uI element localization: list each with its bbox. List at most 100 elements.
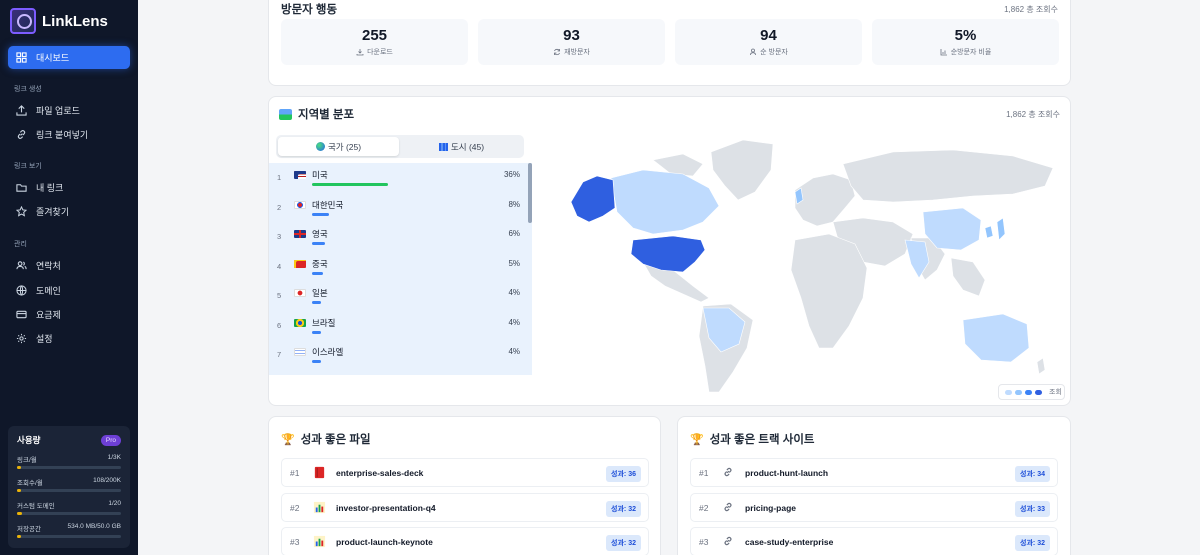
chart-icon (313, 535, 327, 549)
link-icon (722, 466, 736, 480)
card-title-row: 🏆 성과 좋은 파일 (281, 431, 371, 447)
map-region-korea (984, 225, 994, 239)
flag-icon (294, 348, 306, 356)
tab-label: 도시 (45) (450, 141, 485, 152)
country-row[interactable]: 7 이스라엘 4% (269, 340, 527, 369)
map-region-alaska (570, 175, 616, 223)
sidebar-item-domains[interactable]: 도메인 (8, 279, 130, 302)
city-icon (438, 142, 448, 151)
flag-icon (294, 171, 306, 179)
country-share-bar (312, 183, 388, 186)
stat-label-text: 순방문자 비율 (950, 49, 992, 56)
item-rank: #2 (699, 502, 709, 513)
country-percent: 4% (508, 288, 520, 297)
sidebar: LinkLens 대시보드 링크 생성 파일 업로드 링크 붙여넣기 링크 보기… (0, 0, 138, 555)
stat-label: 다운로드 (281, 47, 468, 57)
country-name: 중국 (312, 258, 328, 269)
country-name: 이스라엘 (312, 347, 344, 357)
country-row[interactable]: 6 브라질 4% (269, 311, 527, 340)
sidebar-item-label: 즐겨찾기 (36, 207, 70, 217)
item-rank: #3 (290, 537, 300, 547)
ranked-item[interactable]: #1 product-hunt-launch 성과: 34 (690, 458, 1058, 487)
country-percent: 6% (508, 229, 520, 238)
usage-label: 커스텀 도메인 (17, 503, 55, 510)
country-name: 미국 (312, 170, 328, 180)
ranked-item[interactable]: #2 pricing-page 성과: 33 (690, 492, 1058, 522)
usage-label: 조회수/월 (17, 480, 43, 487)
country-list-scrollbar[interactable] (528, 163, 532, 223)
country-row[interactable]: 3 영국 6% (269, 222, 527, 251)
ranked-item[interactable]: #2 investor-presentation-q4 성과: 32 (281, 492, 649, 522)
sidebar-item-billing[interactable]: 요금제 (8, 303, 130, 326)
country-row[interactable]: 5 일본 4% (269, 281, 527, 310)
card-title: 방문자 행동 (281, 4, 338, 16)
sidebar-item-my-links[interactable]: 내 링크 (8, 176, 130, 199)
sidebar-item-favorites[interactable]: 즐겨찾기 (8, 200, 130, 223)
gear-icon (16, 333, 27, 344)
card-title: 성과 좋은 트랙 사이트 (709, 434, 815, 446)
sidebar-item-paste-link[interactable]: 링크 붙여넣기 (8, 123, 130, 146)
sidebar-item-contacts[interactable]: 연락처 (8, 254, 130, 277)
sidebar-item-dashboard[interactable]: 대시보드 (8, 46, 130, 69)
score-badge: 성과: 32 (606, 500, 641, 517)
flag-icon (294, 318, 306, 327)
sidebar-item-label: 파일 업로드 (36, 106, 80, 116)
chart-icon (313, 501, 327, 515)
country-row[interactable]: 1 미국 36% (269, 163, 527, 192)
usage-bar (17, 489, 121, 492)
legend-swatch (1015, 389, 1022, 395)
credit-card-icon (16, 310, 27, 319)
legend-swatch (1035, 389, 1042, 395)
country-share-bar (312, 330, 321, 334)
sidebar-section-create: 링크 생성 (14, 86, 42, 93)
country-share-bar (312, 242, 325, 245)
tab-city[interactable]: 도시 (45) (401, 137, 522, 156)
country-row[interactable]: 2 대한민국 8% (269, 193, 527, 222)
score-badge: 성과: 36 (606, 466, 641, 482)
world-map[interactable] (533, 130, 1069, 403)
sidebar-section-view: 링크 보기 (14, 163, 42, 170)
sidebar-item-upload[interactable]: 파일 업로드 (8, 99, 130, 122)
usage-value: 534.0 MB/50.0 GB (67, 523, 121, 530)
card-title: 지역별 분포 (298, 109, 355, 121)
ranked-item[interactable]: #3 product-launch-keynote 성과: 32 (281, 527, 649, 555)
app-name: LinkLens (42, 12, 108, 30)
flag-icon (294, 230, 306, 238)
sidebar-item-settings[interactable]: 설정 (8, 327, 130, 350)
book-icon (313, 466, 327, 480)
app-logo[interactable]: LinkLens (10, 8, 108, 34)
flag-icon (294, 289, 306, 297)
item-name: enterprise-sales-deck (336, 468, 424, 478)
usage-value: 1/20 (108, 500, 121, 507)
map-region-greenland (710, 139, 774, 201)
star-icon (16, 206, 27, 217)
ranked-item[interactable]: #3 case-study-enterprise 성과: 32 (690, 527, 1058, 555)
country-list: 1 미국 36% 2 대한민국 8% 3 영국 6% 4 중국 5% 5 일본 4% 6 브라질 4% 7 이스라엘 4… (269, 163, 532, 375)
grid-icon (16, 52, 27, 63)
country-percent: 4% (508, 317, 520, 327)
globe-icon (315, 142, 325, 151)
tab-country[interactable]: 국가 (25) (278, 137, 399, 156)
map-region-australia (962, 313, 1030, 363)
link-icon (17, 130, 26, 139)
sidebar-item-label: 도메인 (36, 286, 61, 296)
country-name: 대한민국 (312, 199, 344, 210)
stat-label-text: 재방문자 (564, 49, 590, 56)
ranked-item[interactable]: #1 enterprise-sales-deck 성과: 36 (281, 458, 649, 487)
country-percent: 4% (508, 347, 520, 356)
trophy-icon: 🏆 (690, 433, 704, 446)
sidebar-item-label: 링크 붙여넣기 (36, 130, 89, 140)
legend-swatch (1025, 389, 1032, 395)
stat-value: 5% (954, 27, 977, 44)
country-percent: 5% (508, 258, 520, 268)
sidebar-item-label: 요금제 (36, 310, 61, 320)
stat-unique-ratio: 5% 순방문자 비율 (872, 19, 1059, 65)
item-rank: #1 (290, 468, 300, 478)
country-row[interactable]: 4 중국 5% (269, 252, 527, 281)
country-name: 브라질 (312, 317, 336, 328)
user-icon (750, 48, 757, 56)
item-name: product-launch-keynote (336, 537, 433, 547)
usage-fill (17, 512, 23, 515)
stat-downloads: 255 다운로드 (281, 19, 468, 65)
item-name: pricing-page (745, 502, 797, 513)
